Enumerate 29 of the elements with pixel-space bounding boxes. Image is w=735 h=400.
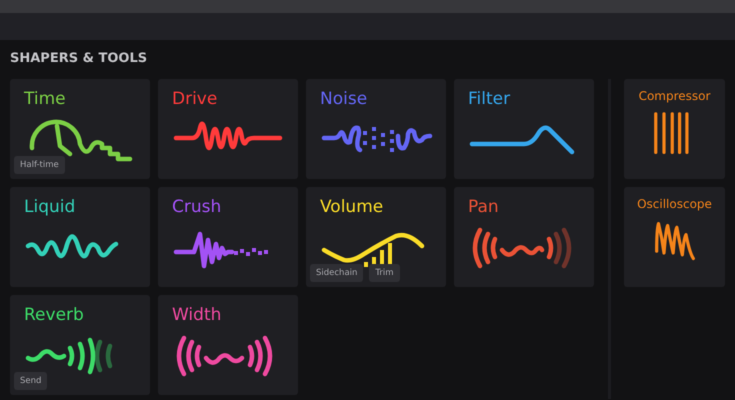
shaper-name: Drive: [172, 88, 218, 110]
tool-name: Oscilloscope: [637, 196, 712, 212]
shaper-card[interactable]: Crush: [158, 187, 298, 287]
tag-button[interactable]: Half-time: [14, 156, 65, 174]
shaper-name: Reverb: [24, 304, 84, 326]
shaper-name: Volume: [320, 196, 384, 218]
shaper-name: Noise: [320, 88, 368, 110]
tool-name: Compressor: [638, 88, 710, 104]
shaper-name: Crush: [172, 196, 222, 218]
shaper-name: Filter: [468, 88, 510, 110]
tag-button[interactable]: Trim: [369, 264, 400, 282]
tag-button[interactable]: Send: [14, 372, 48, 390]
tool-card[interactable]: Compressor: [624, 79, 725, 179]
shaper-name: Time: [24, 88, 66, 110]
shaper-card[interactable]: Filter: [454, 79, 594, 179]
shaper-card[interactable]: Drive: [158, 79, 298, 179]
shaper-card[interactable]: Liquid: [10, 187, 150, 287]
tool-card[interactable]: Oscilloscope: [624, 187, 725, 287]
shaper-card[interactable]: Pan: [454, 187, 594, 287]
shaper-card[interactable]: Reverb Send: [10, 295, 150, 395]
shaper-name: Width: [172, 304, 222, 326]
tag-button[interactable]: Sidechain: [310, 264, 364, 282]
section-title: SHAPERS & TOOLS: [10, 51, 148, 67]
shaper-name: Liquid: [24, 196, 76, 218]
shaper-card[interactable]: Time Half-time: [10, 79, 150, 179]
shaper-card[interactable]: Noise: [306, 79, 446, 179]
shaper-name: Pan: [468, 196, 499, 218]
shaper-card[interactable]: Width: [158, 295, 298, 395]
shaper-card[interactable]: Volume Sidechain Trim: [306, 187, 446, 287]
